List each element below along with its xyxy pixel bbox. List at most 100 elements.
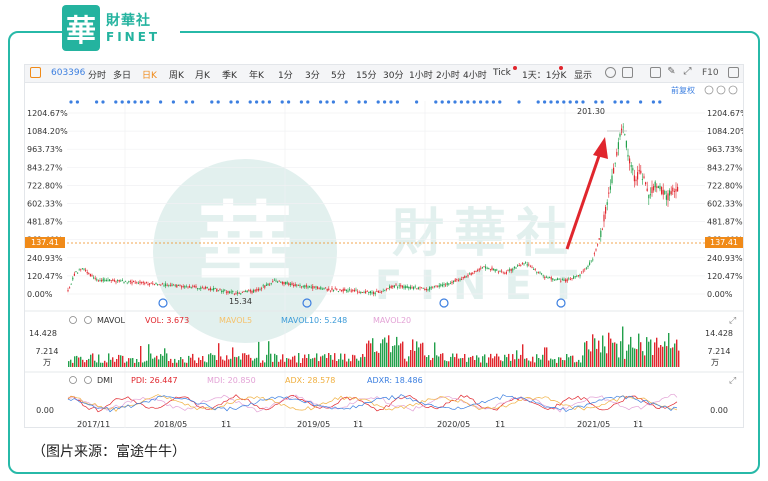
- mavol-label[interactable]: MAVOL: [97, 316, 125, 325]
- signal-dot: [549, 100, 553, 104]
- camera-icon[interactable]: [650, 67, 661, 78]
- signal-dot: [555, 100, 560, 104]
- layout-box-icon[interactable]: [622, 67, 633, 78]
- candle-body: [593, 253, 595, 255]
- dmi-settings-icon[interactable]: [69, 376, 77, 384]
- volume-bar: [166, 353, 168, 367]
- candle-body: [429, 287, 431, 290]
- candle-body: [393, 285, 395, 288]
- candle-body: [387, 288, 389, 289]
- adjust-label[interactable]: 前复权: [671, 85, 695, 95]
- settings-gear-icon[interactable]: [605, 67, 616, 78]
- candle-body: [153, 284, 155, 285]
- volume-bar: [284, 361, 286, 367]
- tab-multi-day[interactable]: 多日: [113, 68, 131, 81]
- volume-bar: [174, 358, 176, 367]
- tab-quarterly-k[interactable]: 季K: [222, 68, 237, 81]
- candle-body: [222, 290, 224, 293]
- price-axis-label: 0.00%: [27, 290, 53, 299]
- candle-body: [397, 287, 399, 288]
- draw-pen-icon[interactable]: ✎: [666, 67, 677, 78]
- zoom-out-icon[interactable]: [704, 85, 714, 95]
- volume-bar: [210, 353, 212, 367]
- candle-body: [507, 270, 509, 272]
- signal-dot: [357, 100, 361, 104]
- reset-zoom-icon[interactable]: [728, 85, 738, 95]
- tab-2hour[interactable]: 2小时: [436, 68, 460, 81]
- sidebar-toggle-icon[interactable]: [30, 67, 41, 78]
- volume-bar: [422, 342, 424, 367]
- date-label: 2021/05: [577, 420, 610, 428]
- volume-bar: [438, 356, 440, 367]
- signal-dot: [651, 100, 656, 104]
- tab-30min[interactable]: 30分: [383, 68, 403, 81]
- volume-bar: [208, 354, 210, 367]
- volume-bar: [308, 354, 310, 367]
- candle-body: [401, 285, 403, 288]
- price-axis-label: 120.47%: [27, 272, 63, 281]
- mavol-ma10: MAVOL10: 5.248: [281, 316, 347, 325]
- zoom-in-icon[interactable]: [716, 85, 726, 95]
- signal-dot: [146, 100, 150, 104]
- f10-button[interactable]: F10: [702, 68, 719, 78]
- dmi-expand-icon[interactable]: ⤢: [728, 376, 736, 386]
- candle-body: [344, 288, 346, 291]
- volume-bar: [654, 342, 656, 367]
- volume-bar: [108, 353, 110, 367]
- tab-3min[interactable]: 3分: [305, 68, 320, 81]
- volume-bar: [350, 361, 352, 367]
- tab-4hour[interactable]: 4小时: [463, 68, 487, 81]
- stock-code[interactable]: 603396: [51, 68, 85, 78]
- volume-bar: [266, 354, 268, 367]
- candle-body: [275, 280, 277, 282]
- volume-bar: [100, 362, 102, 367]
- candle-body: [664, 191, 666, 195]
- display-dropdown[interactable]: 显示: [574, 68, 592, 81]
- mavol-settings-icon[interactable]: [69, 316, 77, 324]
- tab-daily-k[interactable]: 日K: [142, 68, 157, 81]
- window-toggle-icon[interactable]: [728, 67, 739, 78]
- mavol-expand-icon[interactable]: ⤢: [728, 316, 736, 326]
- tab-intraday[interactable]: 分时: [88, 68, 106, 81]
- tab-monthly-k[interactable]: 月K: [195, 68, 210, 81]
- candle-body: [224, 289, 226, 291]
- volume-bar: [280, 359, 282, 367]
- candle-body: [238, 293, 240, 294]
- signal-dot: [184, 100, 188, 104]
- candle-body: [465, 276, 467, 278]
- signal-dot: [453, 100, 457, 104]
- tab-yearly-k[interactable]: 年K: [249, 68, 264, 81]
- tab-5min[interactable]: 5分: [331, 68, 346, 81]
- chart-canvas[interactable]: 華 財華社 FINET 前复权 1204.67% 1084.20% 963.73% 8…: [25, 83, 743, 428]
- candle-body: [425, 289, 427, 290]
- signal-dot: [639, 100, 643, 104]
- tab-1hour[interactable]: 1小时: [409, 68, 433, 81]
- volume-bar: [532, 356, 534, 367]
- tab-15min[interactable]: 15分: [356, 68, 376, 81]
- price-axis-right: 1204.67% 1084.20% 963.73% 843.27% 722.80% 602…: [707, 109, 743, 299]
- tab-tick[interactable]: Tick: [493, 68, 511, 78]
- candle-body: [211, 288, 213, 291]
- candle-body: [390, 286, 392, 289]
- volume-bar: [618, 357, 620, 367]
- tab-weekly-k[interactable]: 周K: [169, 68, 184, 81]
- expand-icon[interactable]: ⤢: [682, 67, 693, 78]
- price-axis-label: 1084.20%: [707, 127, 743, 136]
- candle-body: [595, 249, 597, 251]
- candle-body: [221, 291, 223, 292]
- finet-logo-mark: 華: [62, 5, 100, 51]
- candle-body: [232, 291, 234, 292]
- dmi-label[interactable]: DMI: [97, 376, 112, 385]
- volume-bar: [678, 350, 680, 367]
- tab-1min[interactable]: 1分: [278, 68, 293, 81]
- dmi-close-icon[interactable]: [84, 376, 92, 384]
- volume-bar: [288, 358, 290, 367]
- event-icon[interactable]: [158, 298, 168, 308]
- volume-bar: [504, 354, 506, 367]
- mavol-close-icon[interactable]: [84, 316, 92, 324]
- candle-body: [633, 175, 635, 182]
- signal-dot: [101, 100, 105, 104]
- candle-body: [545, 276, 547, 278]
- volume-bar: [562, 360, 564, 367]
- volume-bar: [394, 345, 396, 367]
